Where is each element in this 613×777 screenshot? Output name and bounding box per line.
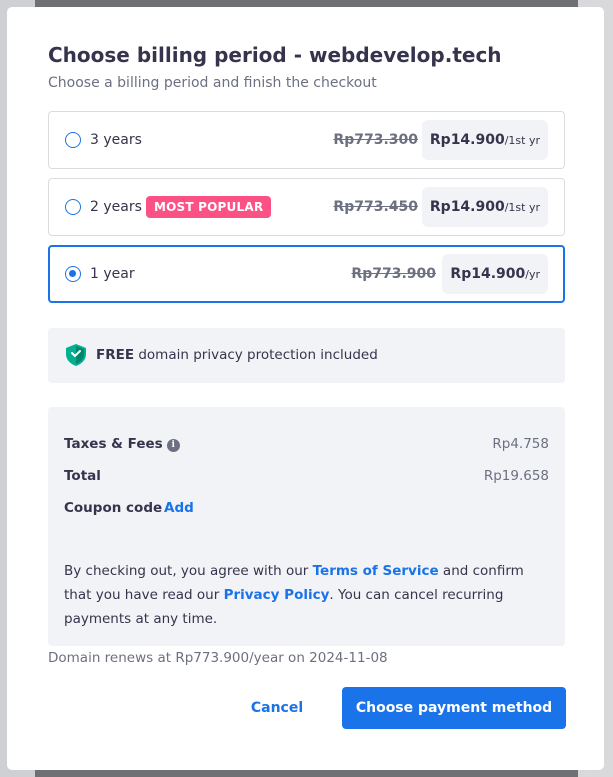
price-amount: Rp14.900 [450, 266, 526, 282]
domain-renewal-note: Domain renews at Rp773.900/year on 2024-… [48, 650, 388, 666]
privacy-description: domain privacy protection included [134, 347, 378, 363]
price-period: /1st yr [504, 200, 540, 214]
order-summary: Taxes & Fees i Rp4.758 Total Rp19.658 Cou… [48, 407, 565, 646]
radio-1-year[interactable] [65, 266, 81, 282]
modal-title: Choose billing period - webdevelop.tech [48, 43, 502, 67]
price-period: /1st yr [504, 133, 540, 147]
option-label: 2 years [90, 199, 142, 215]
terms-of-service-link[interactable]: Terms of Service [313, 563, 439, 579]
privacy-protection-banner: FREE domain privacy protection included [48, 328, 565, 383]
total-value: Rp19.658 [483, 468, 549, 484]
privacy-text: FREE domain privacy protection included [96, 347, 378, 363]
add-coupon-link[interactable]: Add [164, 500, 194, 516]
checkout-agreement: By checking out, you agree with our Term… [64, 559, 544, 631]
agreement-text: By checking out, you agree with our [64, 563, 313, 579]
billing-option-1-year[interactable]: 1 year Rp773.900 Rp14.900 /yr [48, 245, 565, 303]
modal-subtitle: Choose a billing period and finish the c… [48, 75, 377, 91]
price-box: Rp14.900 /yr [442, 254, 548, 294]
taxes-fees-label: Taxes & Fees i [64, 436, 180, 452]
old-price: Rp773.300 [333, 132, 418, 148]
price-amount: Rp14.900 [429, 199, 505, 215]
price-period: /yr [525, 267, 540, 281]
price-amount: Rp14.900 [429, 132, 505, 148]
billing-period-modal: Choose billing period - webdevelop.tech … [7, 7, 604, 770]
billing-option-3-years[interactable]: 3 years Rp773.300 Rp14.900 /1st yr [48, 111, 565, 169]
radio-selected-dot [69, 270, 76, 277]
info-icon[interactable]: i [166, 439, 180, 452]
choose-payment-method-button[interactable]: Choose payment method [342, 687, 566, 729]
old-price: Rp773.900 [351, 266, 436, 282]
coupon-code-label: Coupon code [64, 500, 163, 516]
shield-icon [66, 344, 86, 366]
radio-2-years[interactable] [65, 199, 81, 215]
old-price: Rp773.450 [333, 199, 418, 215]
radio-3-years[interactable] [65, 132, 81, 148]
taxes-fees-text: Taxes & Fees [64, 436, 163, 452]
taxes-fees-value: Rp4.758 [492, 436, 549, 452]
total-label: Total [64, 468, 101, 484]
privacy-policy-link[interactable]: Privacy Policy [224, 587, 330, 603]
price-box: Rp14.900 /1st yr [421, 187, 548, 227]
option-label: 3 years [90, 132, 142, 148]
billing-option-2-years[interactable]: 2 years MOST POPULAR Rp773.450 Rp14.900 … [48, 178, 565, 236]
most-popular-badge: MOST POPULAR [146, 196, 272, 218]
price-box: Rp14.900 /1st yr [421, 120, 548, 160]
option-label: 1 year [90, 266, 135, 282]
privacy-free-label: FREE [96, 347, 135, 363]
cancel-button[interactable]: Cancel [239, 687, 315, 729]
